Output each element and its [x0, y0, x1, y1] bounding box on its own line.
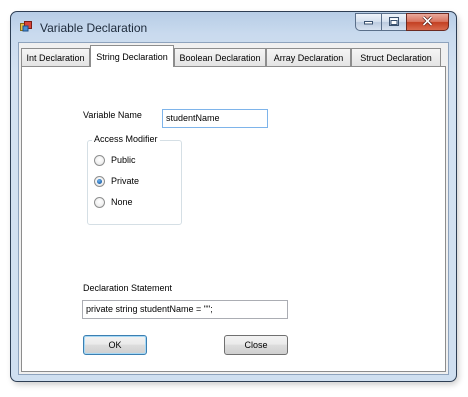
- radio-private[interactable]: Private: [94, 174, 139, 188]
- tab-boolean-declaration[interactable]: Boolean Declaration: [174, 48, 266, 66]
- variable-name-label: Variable Name: [83, 110, 142, 120]
- dialog-client-area: Int Declaration String Declaration Boole…: [18, 42, 449, 375]
- tab-string-declaration[interactable]: String Declaration: [90, 45, 174, 67]
- maximize-button[interactable]: [381, 13, 406, 31]
- string-declaration-page: Variable Name studentName Access Modifie…: [21, 66, 446, 372]
- variable-name-input[interactable]: studentName: [162, 109, 268, 128]
- declaration-statement-field[interactable]: private string studentName = "";: [82, 300, 288, 319]
- radio-private-label: Private: [111, 176, 140, 186]
- radio-none-button[interactable]: [94, 196, 105, 208]
- close-button[interactable]: Close: [224, 335, 288, 355]
- window-title: Variable Declaration: [40, 21, 148, 35]
- radio-private-button[interactable]: [94, 175, 105, 187]
- minimize-icon: [364, 17, 373, 27]
- access-modifier-group: Access Modifier Public Private None: [87, 134, 182, 225]
- close-icon: [422, 15, 433, 28]
- tab-int-declaration[interactable]: Int Declaration: [21, 48, 90, 66]
- close-window-button[interactable]: [406, 13, 449, 31]
- dialog-window: Variable Declaration Int Declaration Str…: [10, 11, 457, 382]
- title-bar[interactable]: Variable Declaration: [11, 12, 456, 42]
- declaration-statement-label: Declaration Statement: [83, 283, 173, 293]
- radio-none[interactable]: None: [94, 195, 133, 209]
- tab-array-declaration[interactable]: Array Declaration: [266, 48, 351, 66]
- ok-button[interactable]: OK: [83, 335, 147, 355]
- tab-strip: Int Declaration String Declaration Boole…: [21, 45, 451, 67]
- tab-struct-declaration[interactable]: Struct Declaration: [351, 48, 441, 66]
- minimize-button[interactable]: [355, 13, 381, 31]
- maximize-icon: [389, 16, 399, 28]
- radio-public-button[interactable]: [94, 154, 105, 166]
- radio-public-label: Public: [111, 155, 136, 165]
- caption-buttons: [355, 13, 449, 32]
- radio-public[interactable]: Public: [94, 153, 136, 167]
- radio-none-label: None: [111, 197, 133, 207]
- app-window-icon: [20, 21, 32, 33]
- access-modifier-title: Access Modifier: [92, 134, 160, 144]
